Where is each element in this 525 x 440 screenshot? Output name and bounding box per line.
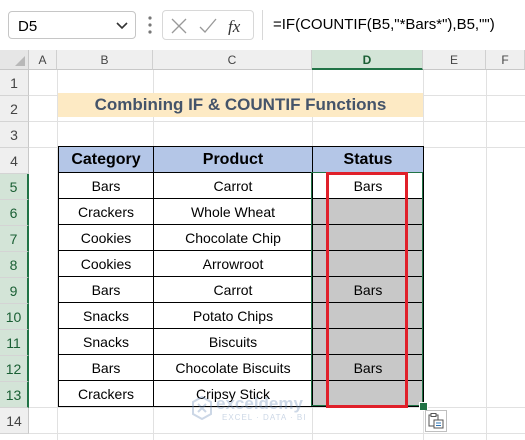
name-box-value: D5 xyxy=(18,18,38,35)
column-header-c[interactable]: C xyxy=(153,50,312,70)
select-all-button[interactable] xyxy=(0,50,29,70)
category-cell[interactable]: Snacks xyxy=(58,328,154,355)
column-header-e[interactable]: E xyxy=(423,50,486,70)
column-header-a[interactable]: A xyxy=(29,50,57,70)
row-header-4[interactable]: 4 xyxy=(0,148,29,174)
row-header-9[interactable]: 9 xyxy=(0,278,29,304)
table-row: Cookies Chocolate Chip xyxy=(58,224,424,251)
watermark: exceldemy EXCEL · DATA · BI xyxy=(192,394,352,426)
more-options-icon[interactable] xyxy=(146,13,154,37)
row-header-14[interactable]: 14 xyxy=(0,408,29,434)
category-cell[interactable]: Crackers xyxy=(58,380,154,407)
category-cell[interactable]: Bars xyxy=(58,172,154,199)
status-cell[interactable]: Bars xyxy=(312,354,424,381)
row-header-6[interactable]: 6 xyxy=(0,200,29,226)
formula-buttons: fx xyxy=(162,10,254,40)
worksheet-grid[interactable]: A B C D E F 1 2 3 4 5 6 7 8 9 10 11 12 1… xyxy=(0,50,525,440)
table-row: Crackers Whole Wheat xyxy=(58,198,424,225)
product-cell[interactable]: Potato Chips xyxy=(153,302,313,329)
product-cell[interactable]: Biscuits xyxy=(153,328,313,355)
status-cell[interactable] xyxy=(312,328,424,355)
exceldemy-logo-icon xyxy=(192,396,212,420)
column-header-f[interactable]: F xyxy=(486,50,525,70)
status-cell[interactable] xyxy=(312,224,424,251)
table-row: Bars Carrot Bars xyxy=(58,276,424,303)
watermark-tagline: EXCEL · DATA · BI xyxy=(222,413,307,422)
clipboard-icon xyxy=(428,413,444,429)
chevron-down-icon[interactable] xyxy=(115,18,129,32)
name-box[interactable]: D5 xyxy=(8,11,136,39)
row-header-3[interactable]: 3 xyxy=(0,122,29,148)
formula-bar: D5 fx =IF(COUNTIF(B5,"*Bars*"),B5,"") xyxy=(0,0,525,50)
product-cell[interactable]: Carrot xyxy=(153,172,313,199)
category-cell[interactable]: Bars xyxy=(58,354,154,381)
table-row: Snacks Potato Chips xyxy=(58,302,424,329)
row-header-2[interactable]: 2 xyxy=(0,96,29,122)
paste-options-button[interactable] xyxy=(425,410,447,432)
table-row: Snacks Biscuits xyxy=(58,328,424,355)
header-product[interactable]: Product xyxy=(153,146,313,173)
category-cell[interactable]: Cookies xyxy=(58,224,154,251)
cancel-icon[interactable] xyxy=(170,17,188,35)
row-header-8[interactable]: 8 xyxy=(0,252,29,278)
table-row: Bars Chocolate Biscuits Bars xyxy=(58,354,424,381)
category-cell[interactable]: Snacks xyxy=(58,302,154,329)
watermark-name: exceldemy xyxy=(216,394,303,413)
gridline xyxy=(29,121,525,122)
formula-text: =IF(COUNTIF(B5,"*Bars*"),B5,"") xyxy=(273,16,495,33)
sheet-title[interactable]: Combining IF & COUNTIF Functions xyxy=(58,93,423,117)
enter-icon[interactable] xyxy=(199,17,217,35)
row-header-13[interactable]: 13 xyxy=(0,382,29,408)
gridline xyxy=(486,70,487,440)
row-header-11[interactable]: 11 xyxy=(0,330,29,356)
formula-input[interactable]: =IF(COUNTIF(B5,"*Bars*"),B5,"") xyxy=(262,10,525,40)
gridline xyxy=(29,433,525,434)
column-header-d[interactable]: D xyxy=(312,50,423,70)
product-cell[interactable]: Carrot xyxy=(153,276,313,303)
product-cell[interactable]: Arrowroot xyxy=(153,250,313,277)
status-cell[interactable] xyxy=(312,198,424,225)
svg-text:fx: fx xyxy=(228,17,241,35)
product-cell[interactable]: Whole Wheat xyxy=(153,198,313,225)
status-cell[interactable]: Bars xyxy=(312,276,424,303)
product-cell[interactable]: Chocolate Biscuits xyxy=(153,354,313,381)
header-category[interactable]: Category xyxy=(58,146,154,173)
table-row: Bars Carrot Bars xyxy=(58,172,424,199)
row-header-10[interactable]: 10 xyxy=(0,304,29,330)
category-cell[interactable]: Cookies xyxy=(58,250,154,277)
row-header-1[interactable]: 1 xyxy=(0,70,29,96)
category-cell[interactable]: Crackers xyxy=(58,198,154,225)
status-cell[interactable] xyxy=(312,302,424,329)
column-header-b[interactable]: B xyxy=(57,50,153,70)
table-header-row: Category Product Status xyxy=(58,146,424,173)
header-status[interactable]: Status xyxy=(312,146,424,173)
row-header-7[interactable]: 7 xyxy=(0,226,29,252)
product-cell[interactable]: Chocolate Chip xyxy=(153,224,313,251)
status-cell[interactable]: Bars xyxy=(312,172,424,199)
row-header-12[interactable]: 12 xyxy=(0,356,29,382)
insert-function-icon[interactable]: fx xyxy=(227,17,249,35)
category-cell[interactable]: Bars xyxy=(58,276,154,303)
row-header-5[interactable]: 5 xyxy=(0,174,29,200)
table-row: Cookies Arrowroot xyxy=(58,250,424,277)
data-table: Category Product Status Bars Carrot Bars… xyxy=(58,146,424,407)
status-cell[interactable] xyxy=(312,250,424,277)
